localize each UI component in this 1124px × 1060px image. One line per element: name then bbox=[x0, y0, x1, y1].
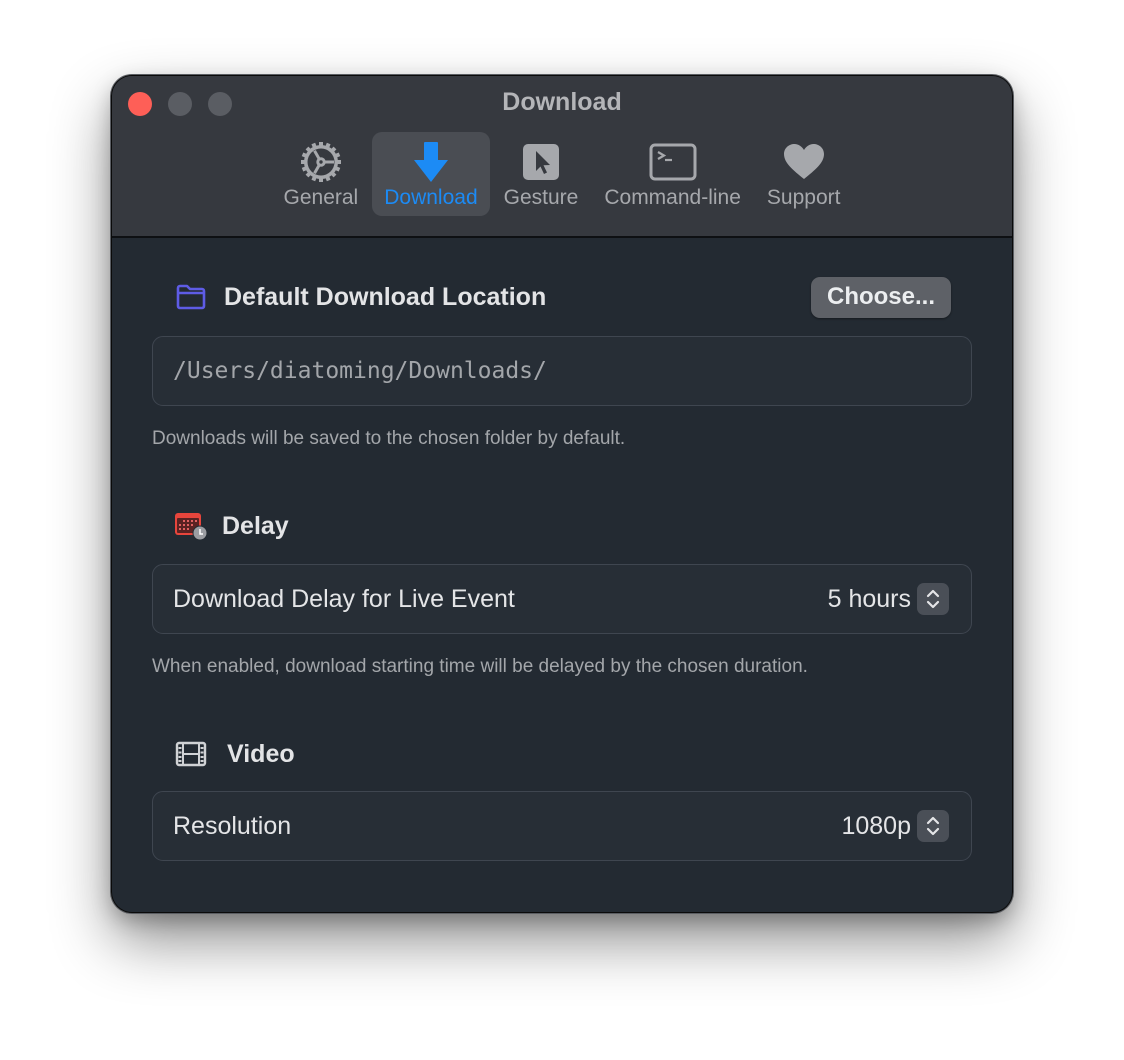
resolution-popup[interactable]: 1080p bbox=[841, 810, 949, 842]
gear-icon bbox=[297, 140, 345, 184]
calendar-clock-icon bbox=[174, 511, 208, 541]
terminal-icon bbox=[649, 140, 697, 184]
titlebar: Download General Download Gesture Comman… bbox=[112, 76, 1012, 238]
download-path-value: /Users/diatoming/Downloads/ bbox=[173, 358, 547, 384]
delay-duration-popup[interactable]: 5 hours bbox=[828, 583, 949, 615]
chevron-up-down-icon[interactable] bbox=[917, 583, 949, 615]
tab-label: Gesture bbox=[503, 186, 579, 209]
download-arrow-icon bbox=[407, 140, 455, 184]
preferences-window: Download General Download Gesture Comman… bbox=[112, 76, 1012, 912]
delay-row-label: Download Delay for Live Event bbox=[173, 584, 515, 613]
chevron-up-down-icon[interactable] bbox=[917, 810, 949, 842]
tab-label: Support bbox=[766, 186, 841, 209]
download-path-field[interactable]: /Users/diatoming/Downloads/ bbox=[152, 336, 972, 406]
delay-help-text: When enabled, download starting time wil… bbox=[152, 656, 808, 677]
tab-label: Command-line bbox=[604, 186, 741, 209]
delay-row: Download Delay for Live Event 5 hours bbox=[152, 564, 972, 634]
section-title: Delay bbox=[222, 511, 289, 540]
location-section-header: Default Download Location Choose... bbox=[152, 275, 972, 319]
delay-section-header: Delay bbox=[152, 504, 972, 548]
resolution-selected-value: 1080p bbox=[841, 811, 911, 840]
delay-selected-value: 5 hours bbox=[827, 584, 911, 613]
tab-general[interactable]: General bbox=[272, 132, 371, 216]
cursor-icon bbox=[517, 140, 565, 184]
folder-icon bbox=[174, 282, 208, 312]
film-icon bbox=[174, 739, 208, 769]
tab-support[interactable]: Support bbox=[755, 132, 853, 216]
download-settings: Default Download Location Choose... /Use… bbox=[152, 238, 972, 861]
resolution-row-label: Resolution bbox=[173, 811, 292, 840]
heart-icon bbox=[780, 140, 828, 184]
tab-label: Download bbox=[384, 186, 478, 209]
tab-gesture[interactable]: Gesture bbox=[492, 132, 591, 216]
video-section-header: Video bbox=[152, 732, 972, 776]
resolution-row: Resolution 1080p bbox=[152, 791, 972, 861]
location-help-text: Downloads will be saved to the chosen fo… bbox=[152, 428, 626, 449]
section-title: Video bbox=[227, 739, 295, 768]
section-title: Default Download Location bbox=[224, 282, 547, 311]
preferences-toolbar: General Download Gesture Command-line Su… bbox=[112, 132, 1012, 216]
tab-download[interactable]: Download bbox=[372, 132, 490, 216]
tab-label: General bbox=[283, 186, 359, 209]
tab-command-line[interactable]: Command-line bbox=[592, 132, 753, 216]
choose-folder-button[interactable]: Choose... bbox=[810, 276, 951, 318]
window-title: Download bbox=[502, 88, 622, 116]
